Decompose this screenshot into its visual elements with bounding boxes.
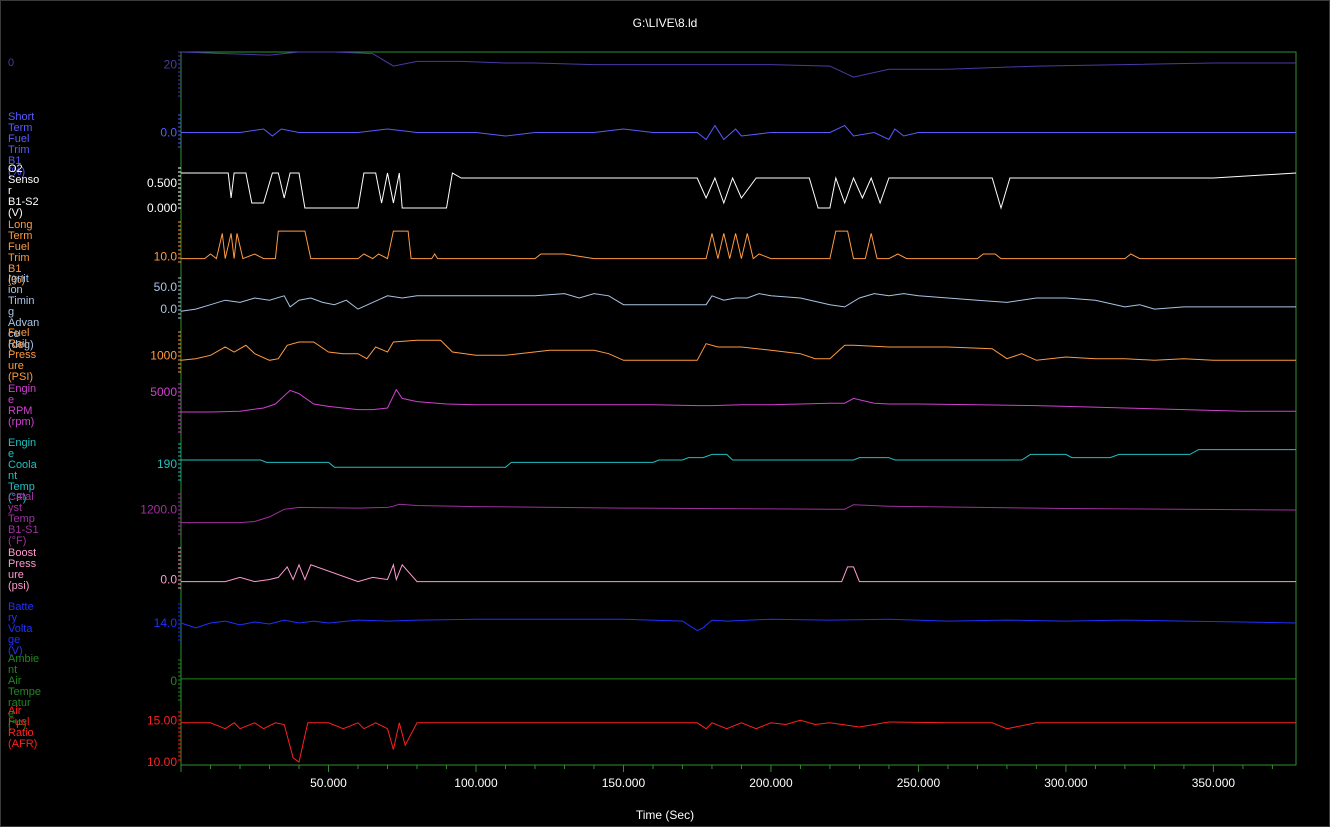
x-axis-label: Time (Sec) [635,808,695,822]
channels-group: 0 20Short Term Fuel Trim B1 (%)0.0O2 Senso r B1-S… [8,51,1297,769]
series-line [181,503,1297,524]
channel-label: Air Fuel Ratio (AFR) [8,705,37,750]
channel-label: Batte ry Volta ge (V) [8,601,34,657]
x-tick-label: 150.000 [602,776,646,790]
channel-boost-pressure-psi: Boost Press ure (psi) 0.0 [8,547,1296,592]
x-tick-label: 300.000 [1044,776,1088,790]
series-line [180,51,1296,78]
series-line [181,172,1297,210]
x-tick-label: 350.000 [1192,776,1236,790]
x-tick-label: 100.000 [454,776,498,790]
y-tick-label: 0 [170,674,177,688]
x-tick-label: 250.000 [897,776,941,790]
y-tick-label: 0.0 [160,126,177,140]
channel-label: 0 [8,57,14,69]
y-tick-label: 1000 [150,348,177,362]
channel-ignition-timing-advance-deg: Ignit ion Timin g Advan ce (deg)50.00.0 [8,273,1296,351]
y-tick-label: 0.500 [147,176,177,190]
y-tick-label: 14.0 [154,616,178,630]
channel-label: Fuel Rail Press ure (PSI) [8,327,37,383]
y-tick-label: 190 [157,457,177,471]
y-tick-label: 1200.0 [140,502,177,516]
series-line [180,293,1296,312]
y-tick-label: 15.00 [147,713,177,727]
x-tick-label: 200.000 [749,776,793,790]
y-tick-label: 20 [164,58,178,72]
series-line [180,339,1296,361]
y-tick-label: 5000 [150,385,177,399]
channel-long-term-fuel-trim-b1: Long Term Fuel Trim B1 (%)10.0 [8,219,1296,286]
series-line [180,618,1297,632]
channel-fuel-rail-pressure-psi: Fuel Rail Press ure (PSI) 1000 [8,327,1296,383]
series-line [181,388,1296,413]
channel-label: Engin e RPM (rpm) [8,383,36,428]
x-tick-label: 50.000 [310,776,347,790]
y-tick-label: 0.000 [147,201,177,215]
channel-0: 0 20 [8,51,1296,97]
channel-label: Catal yst Temp B1-S1 (°F) [8,491,39,547]
y-tick-label: 0.0 [160,573,177,587]
x-axis: 50.000 100.000 150.000 200.000 250.000 300.00… [180,765,1273,790]
series-line [181,449,1296,468]
channel-engine-coolant-temp-f: Engin e Coola nt Temp (°F)190 [8,437,1296,504]
series-line [181,230,1296,260]
series-line [181,563,1296,583]
y-tick-label: 10.00 [147,755,177,769]
channel-catalyst-temp-b1-s1-f: Catal yst Temp B1-S1 (°F) 1200.0 [8,491,1297,547]
channel-short-term-fuel-trim-b1: Short Term Fuel Trim B1 (%)0.0 [8,111,1296,178]
channel-label: Boost Press ure (psi) [8,547,37,592]
y-tick-label: 0.0 [160,302,177,316]
channel-engine-rpm-rpm: Engin e RPM (rpm) 5000 [8,383,1296,433]
channel-o2-sensor-b1-s2-v: O2 Senso r B1-S2 (V)0.5000.000 [8,163,1297,219]
chart-plot: 0 20Short Term Fuel Trim B1 (%)0.0O2 Senso r B1-S… [8,51,1297,790]
channel-ambient-air-temperature-f: Ambie nt Air Tempe ratur e (°F)0 [8,653,1296,731]
y-tick-label: 10.0 [154,249,178,263]
channel-air-fuel-ratio-afr: Air Fuel Ratio (AFR) 15.00 10.00 [8,705,1296,769]
y-tick-label: 50.0 [154,280,178,294]
series-line [181,719,1296,763]
channel-battery-voltage-v: Batte ry Volta ge (V) 14.0 [8,601,1297,657]
series-line [181,124,1296,141]
